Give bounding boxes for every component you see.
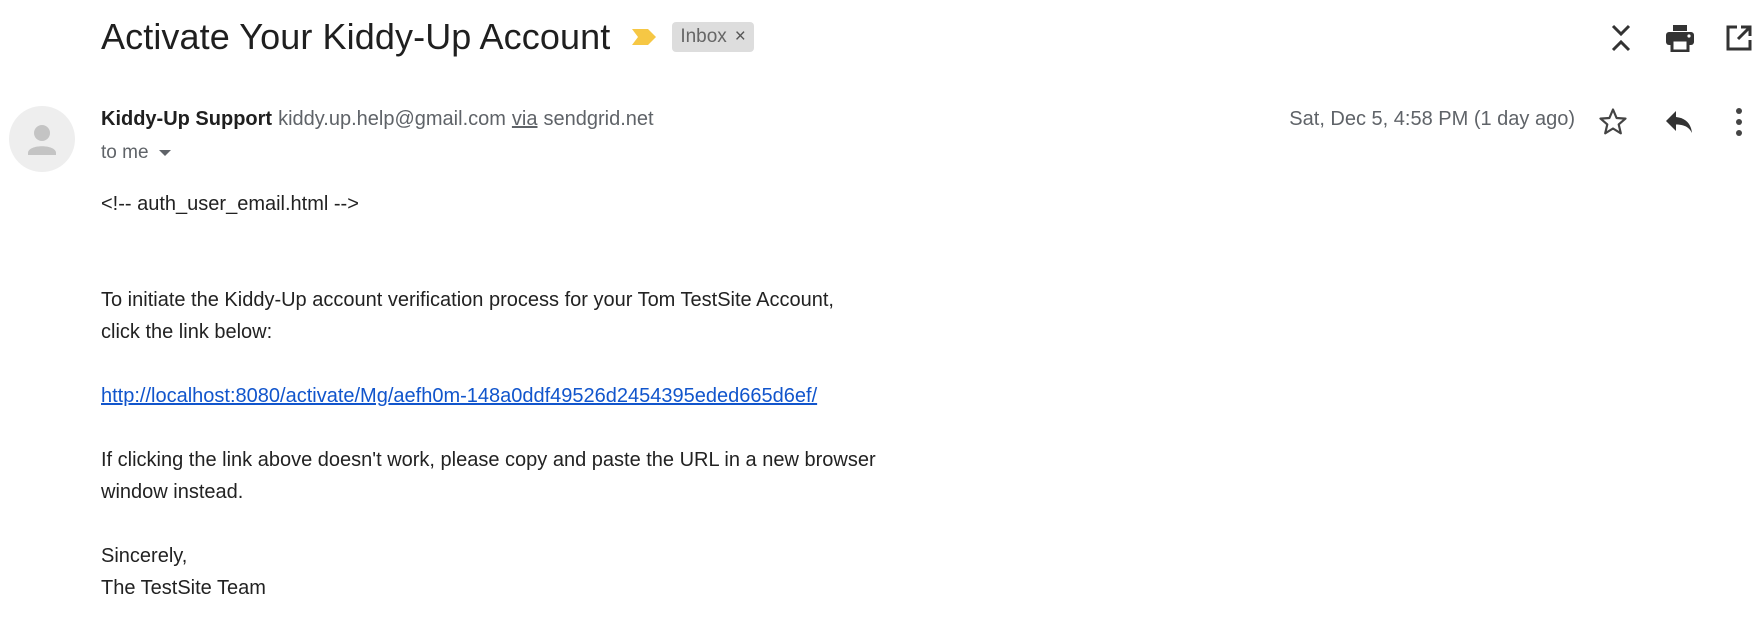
label-chip-inbox[interactable]: Inbox × <box>672 22 754 52</box>
star-icon[interactable] <box>1593 102 1633 142</box>
print-icon[interactable] <box>1660 18 1700 58</box>
email-subject: Activate Your Kiddy-Up Account <box>101 16 611 57</box>
remove-label-icon[interactable]: × <box>735 26 746 48</box>
thread-actions <box>1582 18 1759 58</box>
recipient-text: to me <box>101 142 149 163</box>
collapse-all-icon[interactable] <box>1601 18 1641 58</box>
open-in-new-window-icon[interactable] <box>1719 18 1759 58</box>
message-date: Sat, Dec 5, 4:58 PM (1 day ago) <box>1289 108 1575 130</box>
via-domain: sendgrid.net <box>543 108 654 130</box>
reply-icon[interactable] <box>1659 102 1699 142</box>
person-icon <box>28 125 56 155</box>
body-paragraph-1-line-1: To initiate the Kiddy-Up account verific… <box>101 289 834 311</box>
subject-row: Activate Your Kiddy-Up Account Inbox × <box>101 14 754 60</box>
activation-link[interactable]: http://localhost:8080/activate/Mg/aefh0m… <box>101 385 817 407</box>
sender-email: kiddy.up.help@gmail.com <box>278 108 506 130</box>
chevron-down-icon[interactable] <box>158 150 171 156</box>
body-paragraph-1-line-2: click the link below: <box>101 321 273 343</box>
sender-line: Kiddy-Up Support kiddy.up.help@gmail.com v… <box>101 108 654 131</box>
sender-avatar[interactable] <box>9 106 75 172</box>
signature: The TestSite Team <box>101 577 266 599</box>
body-paragraph-2-line-2: window instead. <box>101 481 244 503</box>
message-actions <box>1593 102 1759 142</box>
more-vert-icon[interactable] <box>1719 102 1759 142</box>
via-link[interactable]: via <box>512 108 538 130</box>
body-paragraph-2-line-1: If clicking the link above doesn't work,… <box>101 449 876 471</box>
message-body: <!-- auth_user_email.html --> To initiat… <box>101 188 961 604</box>
signoff: Sincerely, <box>101 545 188 567</box>
sender-name[interactable]: Kiddy-Up Support <box>101 108 272 130</box>
label-chip-text: Inbox <box>680 26 727 47</box>
template-comment: <!-- auth_user_email.html --> <box>101 193 359 215</box>
importance-marker-icon[interactable] <box>630 27 658 47</box>
recipient-details-toggle[interactable]: to me <box>101 142 171 164</box>
